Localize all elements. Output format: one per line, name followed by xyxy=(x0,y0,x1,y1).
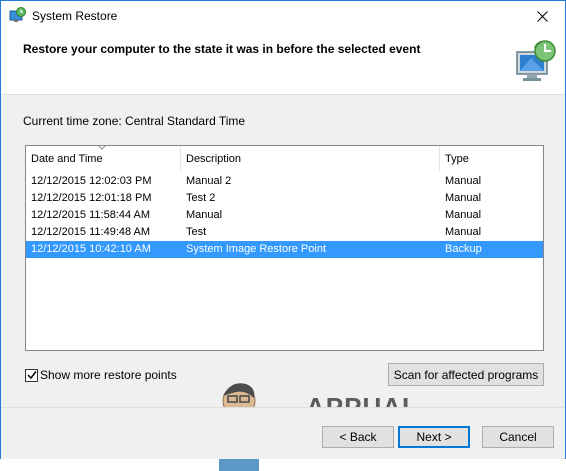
column-label: Description xyxy=(186,153,242,165)
table-row[interactable]: 12/12/2015 12:02:03 PM Manual 2 Manual xyxy=(26,173,543,190)
table-header: Date and Time Description Type xyxy=(26,145,543,172)
scan-affected-programs-button[interactable]: Scan for affected programs xyxy=(388,363,544,386)
cell-type: Manual xyxy=(445,226,482,238)
column-label: Type xyxy=(445,153,469,165)
cell-description: Manual xyxy=(186,209,223,221)
system-restore-icon xyxy=(9,7,26,22)
window-title: System Restore xyxy=(32,9,118,23)
header-area: Restore your computer to the state it wa… xyxy=(1,32,565,95)
column-header-date[interactable]: Date and Time xyxy=(26,145,181,172)
monitor-clock-icon xyxy=(516,40,556,81)
close-button[interactable] xyxy=(519,1,565,32)
sort-arrow-icon xyxy=(98,145,106,150)
next-button[interactable]: Next > xyxy=(398,426,470,448)
footer xyxy=(1,408,565,459)
table-row[interactable]: 12/12/2015 10:42:10 AM System Image Resto… xyxy=(26,241,543,258)
cell-description: Test xyxy=(186,226,207,238)
cell-type: Manual xyxy=(445,209,482,221)
cell-description: System Image Restore Point xyxy=(186,243,327,255)
column-label: Date and Time xyxy=(31,153,103,165)
cell-date: 12/12/2015 11:49:48 AM xyxy=(31,226,151,238)
cell-type: Manual xyxy=(445,175,482,187)
show-more-option[interactable]: Show more restore points xyxy=(25,368,177,382)
show-more-label[interactable]: Show more restore points xyxy=(40,368,177,382)
cell-date: 12/12/2015 12:01:18 PM xyxy=(31,192,152,204)
system-restore-window: System Restore Restore your computer to … xyxy=(0,0,566,471)
cell-description: Test 2 xyxy=(186,192,216,204)
column-header-type[interactable]: Type xyxy=(440,146,543,172)
cell-date: 12/12/2015 11:58:44 AM xyxy=(31,209,151,221)
table-row[interactable]: 12/12/2015 11:58:44 AM Manual Manual xyxy=(26,207,543,224)
show-more-checkbox[interactable] xyxy=(25,368,38,382)
table-row[interactable]: 12/12/2015 11:49:48 AM Test Manual xyxy=(26,224,543,241)
back-button[interactable]: < Back xyxy=(322,426,394,448)
checkmark-icon xyxy=(26,371,37,380)
cell-type: Manual xyxy=(445,192,482,204)
cancel-button[interactable]: Cancel xyxy=(482,426,554,448)
cell-date: 12/12/2015 10:42:10 AM xyxy=(31,243,151,255)
cell-date: 12/12/2015 12:02:03 PM xyxy=(31,175,152,187)
cell-description: Manual 2 xyxy=(186,175,232,187)
restore-points-table: Date and Time Description Type 12/12/201… xyxy=(25,145,544,471)
cell-type: Backup xyxy=(445,243,482,255)
timezone-label: Current time zone: Central Standard Time xyxy=(23,114,246,128)
page-heading: Restore your computer to the state it wa… xyxy=(23,42,421,56)
close-icon xyxy=(536,11,548,22)
title-bar: System Restore xyxy=(1,1,565,32)
column-header-description[interactable]: Description xyxy=(181,146,440,172)
table-row[interactable]: 12/12/2015 12:01:18 PM Test 2 Manual xyxy=(26,190,543,207)
